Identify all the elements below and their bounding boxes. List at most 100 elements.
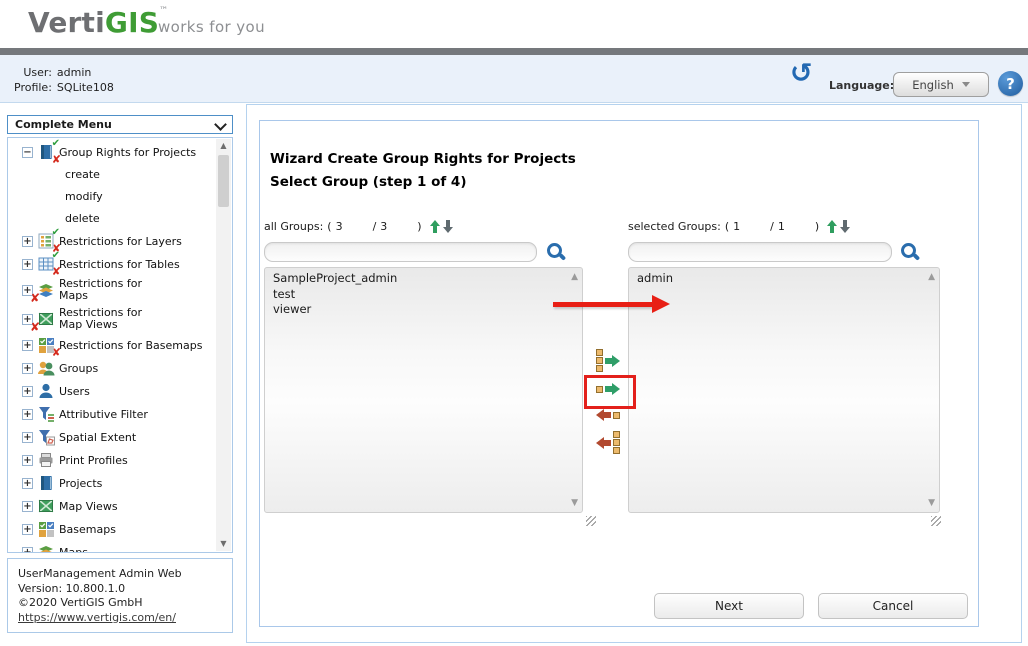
basemaps-icon bbox=[37, 520, 55, 538]
scrollbar-thumb[interactable] bbox=[218, 155, 229, 207]
expand-icon[interactable]: + bbox=[22, 409, 33, 420]
wizard-panel: Wizard Create Group Rights for Projects … bbox=[259, 120, 979, 627]
tree-item-restrictions-for-basemaps[interactable]: + Restrictions for Basemaps bbox=[22, 336, 215, 354]
tree-item-basemaps[interactable]: + Basemaps bbox=[22, 520, 215, 538]
scroll-up-icon[interactable]: ▲ bbox=[216, 139, 231, 153]
next-button[interactable]: Next bbox=[654, 593, 804, 619]
vertigis-link[interactable]: https://www.vertigis.com/en/ bbox=[18, 611, 176, 624]
expand-icon[interactable]: + bbox=[22, 432, 33, 443]
map-views-icon bbox=[37, 497, 55, 515]
sort-toggle[interactable] bbox=[430, 220, 453, 233]
selected-groups-header: selected Groups: ( 1 / 1 ) bbox=[628, 220, 850, 233]
expand-icon[interactable]: + bbox=[22, 386, 33, 397]
arrow-left-icon bbox=[596, 437, 611, 449]
items-icon bbox=[613, 431, 620, 454]
paren: ( bbox=[327, 220, 331, 233]
tree-item-label: Attributive Filter bbox=[59, 408, 148, 421]
language-select[interactable]: English bbox=[893, 72, 989, 97]
all-groups-label: all Groups: bbox=[264, 220, 323, 233]
tree-item-label: Restrictions for Tables bbox=[59, 258, 180, 271]
expand-icon[interactable]: + bbox=[22, 340, 33, 351]
move-selected-right-button[interactable] bbox=[596, 383, 620, 395]
expand-icon[interactable]: + bbox=[22, 547, 33, 554]
tree-item-users[interactable]: + Users bbox=[22, 382, 215, 400]
refresh-icon[interactable]: ↺ bbox=[790, 59, 813, 89]
menu-select[interactable]: Complete Menu bbox=[7, 115, 233, 134]
language-label: Language: bbox=[829, 79, 894, 92]
tree-item-restrictions-for-maps[interactable]: + Restrictions for Maps bbox=[22, 278, 215, 302]
scroll-down-icon[interactable]: ▼ bbox=[928, 498, 935, 508]
groups-icon bbox=[37, 359, 55, 377]
sort-toggle[interactable] bbox=[827, 220, 850, 233]
tree-item-restrictions-for-tables[interactable]: + Restrictions for Tables bbox=[22, 255, 215, 273]
tree-item-label: Groups bbox=[59, 362, 98, 375]
tree-item-label: modify bbox=[65, 190, 103, 203]
scroll-up-icon[interactable]: ▲ bbox=[928, 272, 935, 282]
expand-icon[interactable]: + bbox=[22, 501, 33, 512]
paren: ( bbox=[725, 220, 729, 233]
arrow-right-icon bbox=[605, 355, 620, 367]
tree-scrollbar[interactable]: ▲ ▼ bbox=[216, 139, 231, 551]
tree-item-print-profiles[interactable]: + Print Profiles bbox=[22, 451, 215, 469]
list-item[interactable]: admin bbox=[629, 268, 939, 286]
scroll-down-icon[interactable]: ▼ bbox=[216, 537, 231, 551]
search-icon[interactable] bbox=[900, 242, 920, 262]
maps-icon bbox=[37, 543, 55, 553]
tree-item-label: Print Profiles bbox=[59, 454, 128, 467]
expand-icon[interactable]: + bbox=[22, 455, 33, 466]
tree-item-label: Users bbox=[59, 385, 90, 398]
tree-item-groups[interactable]: + Groups bbox=[22, 359, 215, 377]
resize-handle[interactable] bbox=[931, 516, 941, 526]
sort-ascending-icon[interactable] bbox=[430, 220, 440, 233]
sort-ascending-icon[interactable] bbox=[827, 220, 837, 233]
collapse-icon[interactable]: − bbox=[22, 147, 33, 158]
tree-item-restrictions-for-layers[interactable]: + Restrictions for Layers bbox=[22, 232, 215, 250]
scroll-up-icon[interactable]: ▲ bbox=[571, 272, 578, 282]
item-icon bbox=[596, 386, 603, 393]
sort-descending-icon[interactable] bbox=[840, 220, 850, 233]
tree-item-create[interactable]: create bbox=[22, 166, 215, 182]
all-groups-count-current: 3 bbox=[336, 220, 369, 233]
move-all-left-button[interactable] bbox=[596, 431, 620, 454]
tree-item-attributive-filter[interactable]: + Attributive Filter bbox=[22, 405, 215, 423]
tree-item-label: Spatial Extent bbox=[59, 431, 136, 444]
selected-groups-search-input[interactable] bbox=[628, 242, 892, 262]
expand-icon[interactable]: + bbox=[22, 259, 33, 270]
tree-item-label: Restrictions for Basemaps bbox=[59, 339, 202, 352]
expand-icon[interactable]: + bbox=[22, 363, 33, 374]
list-item[interactable]: SampleProject_admin bbox=[265, 268, 582, 286]
help-button[interactable]: ? bbox=[998, 71, 1023, 96]
project-rights-icon bbox=[37, 143, 55, 161]
search-icon[interactable] bbox=[546, 242, 566, 262]
move-all-right-button[interactable] bbox=[596, 349, 620, 372]
tree-item-maps[interactable]: + Maps bbox=[22, 543, 215, 553]
cancel-button[interactable]: Cancel bbox=[818, 593, 968, 619]
tree-item-spatial-extent[interactable]: + Spatial Extent bbox=[22, 428, 215, 446]
selected-groups-listbox[interactable]: admin ▲ ▼ bbox=[628, 267, 940, 513]
tree-item-label: Group Rights for Projects bbox=[59, 146, 196, 159]
resize-handle[interactable] bbox=[586, 516, 596, 526]
slash: / bbox=[770, 220, 774, 233]
tree-item-label: create bbox=[65, 168, 100, 181]
all-groups-search-input[interactable] bbox=[264, 242, 537, 262]
expand-icon[interactable]: + bbox=[22, 236, 33, 247]
scroll-down-icon[interactable]: ▼ bbox=[571, 498, 578, 508]
move-selected-left-button[interactable] bbox=[596, 409, 620, 421]
table-restrictions-icon bbox=[37, 255, 55, 273]
sort-descending-icon[interactable] bbox=[443, 220, 453, 233]
tree-item-map-views[interactable]: + Map Views bbox=[22, 497, 215, 515]
tree-item-modify[interactable]: modify bbox=[22, 188, 215, 204]
all-groups-listbox[interactable]: SampleProject_admin test viewer ▲ ▼ bbox=[264, 267, 583, 513]
all-groups-count-total: 3 bbox=[380, 220, 413, 233]
vertigis-logo: VertiGIS™ bbox=[28, 6, 168, 39]
tree-item-projects[interactable]: + Projects bbox=[22, 474, 215, 492]
all-groups-header: all Groups: ( 3 / 3 ) bbox=[264, 220, 453, 233]
tree-item-restrictions-for-map-views[interactable]: + Restrictions for Map Views bbox=[22, 307, 215, 331]
list-item[interactable]: test bbox=[265, 286, 582, 302]
tree-item-group-rights-for-projects[interactable]: − Group Rights for Projects bbox=[22, 143, 215, 161]
list-item[interactable]: viewer bbox=[265, 301, 582, 317]
expand-icon[interactable]: + bbox=[22, 478, 33, 489]
navigation-tree: − Group Rights for Projects create modif… bbox=[7, 137, 233, 553]
tree-item-delete[interactable]: delete bbox=[22, 210, 215, 226]
expand-icon[interactable]: + bbox=[22, 524, 33, 535]
